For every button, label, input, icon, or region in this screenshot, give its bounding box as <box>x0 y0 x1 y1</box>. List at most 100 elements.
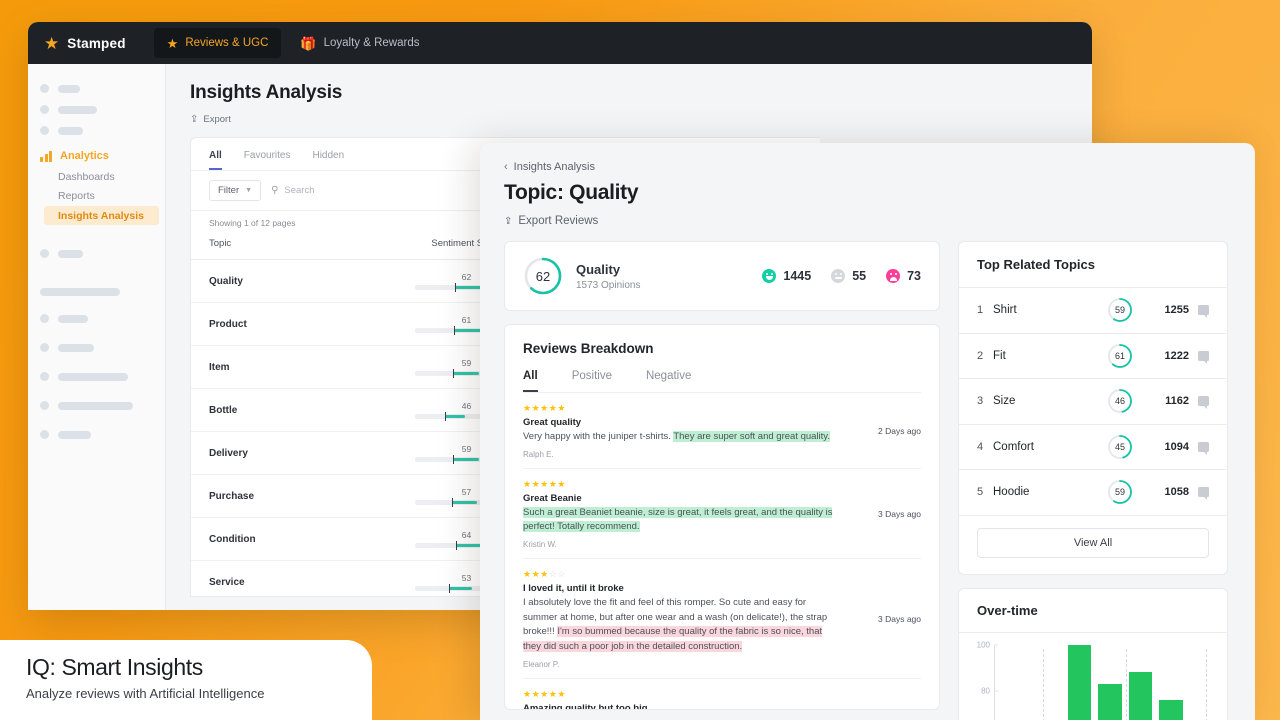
star-icon: ★ <box>166 35 179 51</box>
review-item[interactable]: ★★★★★Amazing quality but too big.These w… <box>523 679 921 709</box>
view-all-wrapper: View All <box>959 516 1227 574</box>
topic-mention-count: 1222 <box>1164 349 1189 362</box>
placeholder-dot-icon <box>40 372 49 381</box>
review-item[interactable]: ★★★★★ Great Beanie Such a great Beaniet be… <box>523 469 921 559</box>
sidebar-item-dashboards[interactable]: Dashboards <box>28 167 165 186</box>
overtime-chart: 80 100 <box>959 633 1227 720</box>
related-topic-row[interactable]: 2 Fit 61 1222 <box>959 334 1227 379</box>
upload-icon: ⇪ <box>504 215 513 227</box>
related-topic-row[interactable]: 5 Hoodie 59 1058 <box>959 470 1227 516</box>
sidebar: Analytics Dashboards Reports Insights An… <box>28 64 166 610</box>
review-item[interactable]: ★★★☆☆ I loved it, until it broke I absolut… <box>523 559 921 679</box>
tab-positive-reviews[interactable]: Positive <box>572 370 612 392</box>
star-rating-icon: ★★★☆☆ <box>523 568 566 579</box>
comment-icon <box>1198 305 1209 319</box>
sidebar-placeholder-item <box>28 78 165 99</box>
topnav-item-reviews-ugc[interactable]: ★ Reviews & UGC <box>153 28 282 58</box>
topic-score-donut: 59 <box>1107 479 1133 505</box>
summary-opinions-count: 1573 Opinions <box>576 279 641 291</box>
topic-name: Shirt <box>993 304 1017 317</box>
review-main: ★★★★★Amazing quality but too big.These w… <box>523 688 855 709</box>
related-topic-row[interactable]: 3 Size 46 1162 <box>959 379 1227 425</box>
related-topic-row[interactable]: 1 Shirt 59 1255 <box>959 288 1227 334</box>
gift-icon: 🎁 <box>300 35 317 51</box>
review-item[interactable]: ★★★★★ Great quality Very happy with the ju… <box>523 393 921 469</box>
row-topic: Delivery <box>209 447 248 459</box>
overtime-y-axis: 80 100 <box>969 640 998 720</box>
export-reviews-label: Export Reviews <box>518 215 599 227</box>
sidebar-group-label: Analytics <box>60 150 109 162</box>
filter-dropdown[interactable]: Filter ▼ <box>209 180 262 201</box>
topic-rank: 4 <box>977 440 984 453</box>
review-body: I absolutely love the fit and feel of th… <box>523 596 828 652</box>
placeholder-section-bar <box>40 288 120 296</box>
review-title: Great quality <box>523 416 582 428</box>
star-rating-icon: ★★★★★ <box>523 688 566 699</box>
topnav-item-loyalty-rewards[interactable]: 🎁 Loyalty & Rewards <box>287 28 432 58</box>
topic-score-donut: 45 <box>1107 434 1133 460</box>
view-all-button[interactable]: View All <box>977 527 1209 558</box>
placeholder-bar <box>58 401 133 410</box>
positive-count: 1445 <box>783 269 812 283</box>
sidebar-placeholder-item <box>28 308 165 329</box>
placeholder-dot-icon <box>40 343 49 352</box>
sidebar-item-insights-analysis[interactable]: Insights Analysis <box>44 206 159 225</box>
top-related-topics-list: 1 Shirt 59 1255 2 Fit 61 1222 3 Size 46 1162 4 Comfor… <box>959 288 1227 516</box>
negative-count: 73 <box>907 269 921 283</box>
tab-label: All <box>523 370 538 382</box>
related-topic-row[interactable]: 4 Comfort 45 1094 <box>959 425 1227 470</box>
topic-score-value: 45 <box>1114 441 1125 452</box>
export-button[interactable]: ⇪ Export <box>190 114 1092 125</box>
sentiment-score-donut: 62 <box>523 256 563 296</box>
placeholder-dot-icon <box>40 84 49 93</box>
sidebar-placeholder-item <box>28 395 165 416</box>
sidebar-placeholder-item <box>28 424 165 445</box>
export-reviews-button[interactable]: ⇪ Export Reviews <box>504 215 1233 227</box>
overtime-title: Over-time <box>959 589 1227 633</box>
topic-rank: 1 <box>977 304 984 317</box>
review-title: Great Beanie <box>523 492 582 504</box>
tab-label: Favourites <box>243 150 291 161</box>
tab-all-reviews[interactable]: All <box>523 370 538 392</box>
topic-name: Size <box>993 395 1016 408</box>
topic-score-value: 59 <box>1114 487 1125 498</box>
review-main: ★★★★★ Great quality Very happy with the ju… <box>523 403 855 459</box>
chart-gridline <box>1125 648 1127 720</box>
sidebar-item-label: Reports <box>58 189 95 202</box>
score-number: 59 <box>461 358 472 368</box>
star-icon: ★ <box>44 33 60 53</box>
topic-name: Fit <box>993 349 1006 362</box>
chevron-down-icon: ▼ <box>245 187 253 194</box>
sidebar-placeholder-item <box>28 120 165 141</box>
overlay-right-column: Top Related Topics 1 Shirt 59 1255 2 Fit 61 122… <box>958 241 1228 720</box>
review-author: Ralph E. <box>523 449 554 459</box>
breadcrumb[interactable]: ‹ Insights Analysis <box>504 161 1233 173</box>
placeholder-dot-icon <box>40 430 49 439</box>
comment-icon <box>1198 441 1209 455</box>
stat-neutral: 55 <box>831 269 866 283</box>
tab-all[interactable]: All <box>209 150 222 170</box>
tab-negative-reviews[interactable]: Negative <box>646 370 691 392</box>
comment-icon <box>1198 396 1209 410</box>
sidebar-group-analytics[interactable]: Analytics <box>28 145 165 167</box>
placeholder-dot-icon <box>40 126 49 135</box>
breadcrumb-label: Insights Analysis <box>513 161 595 173</box>
placeholder-bar <box>58 84 80 93</box>
overlay-columns: 62 Quality 1573 Opinions 1445 55 73 Revi… <box>504 241 1233 720</box>
tab-label: Positive <box>571 370 612 382</box>
brand-name: Stamped <box>67 35 126 51</box>
row-topic: Item <box>209 361 230 373</box>
review-main: ★★★☆☆ I loved it, until it broke I absolut… <box>523 568 855 669</box>
placeholder-dot-icon <box>40 105 49 114</box>
bar-chart-icon <box>40 150 52 162</box>
sidebar-item-reports[interactable]: Reports <box>28 186 165 205</box>
chart-gridline <box>1042 648 1044 720</box>
summary-sentiment-stats: 1445 55 73 <box>762 269 921 283</box>
review-timestamp: 3 Days ago <box>878 509 921 520</box>
tab-hidden[interactable]: Hidden <box>312 150 344 170</box>
tab-favourites[interactable]: Favourites <box>244 150 291 170</box>
review-timestamp: 3 Days ago <box>878 614 921 625</box>
stat-positive: 1445 <box>762 269 811 283</box>
search-icon: ⚲ <box>271 185 279 196</box>
score-number: 64 <box>461 530 472 540</box>
